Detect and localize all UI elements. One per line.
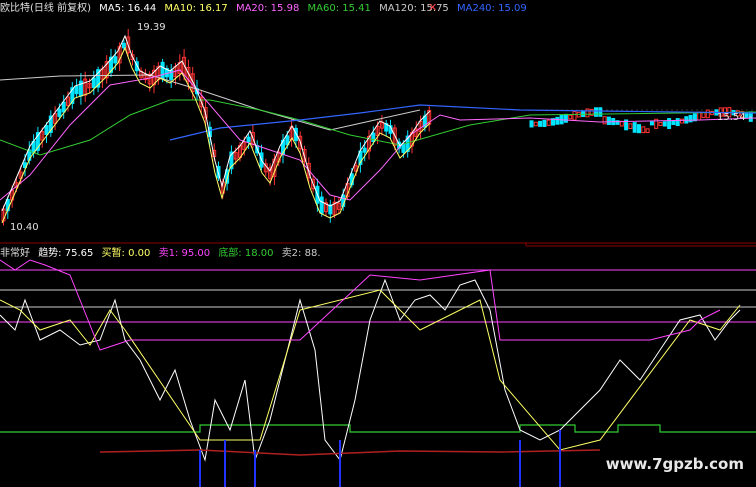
candle xyxy=(649,121,654,126)
chart-window: { "main_panel": { "title": "欧比特(日线 前复权)"… xyxy=(0,0,756,487)
candle xyxy=(542,119,547,128)
high-price-label: 19.39 xyxy=(137,22,166,33)
candle xyxy=(637,124,641,134)
candle xyxy=(675,118,680,127)
candle xyxy=(362,147,367,153)
candle xyxy=(705,109,710,119)
candle xyxy=(160,61,165,80)
candle xyxy=(628,123,633,130)
bottom-line xyxy=(0,424,756,433)
ma10-line xyxy=(1,46,431,224)
candle xyxy=(74,85,79,95)
candle xyxy=(91,77,96,88)
candle xyxy=(598,107,603,117)
right-price-label: 15.54 - 1 xyxy=(717,112,756,123)
candle xyxy=(658,121,663,127)
candle xyxy=(581,110,586,118)
candle xyxy=(662,121,667,127)
candle xyxy=(57,108,62,117)
low-price-label: 10.40 xyxy=(10,222,39,233)
candle xyxy=(645,128,650,133)
candle xyxy=(44,125,49,135)
candle xyxy=(641,126,646,134)
candle xyxy=(568,114,573,120)
sell-line xyxy=(0,259,721,351)
chart-canvas[interactable] xyxy=(0,0,756,487)
candle xyxy=(602,116,607,125)
candle xyxy=(667,118,672,130)
candle xyxy=(671,120,676,126)
candle xyxy=(61,101,66,113)
candlestick-series xyxy=(1,28,753,226)
candle xyxy=(680,118,684,124)
candle xyxy=(606,116,611,126)
candle xyxy=(594,107,598,117)
candle xyxy=(319,196,324,214)
candle xyxy=(632,122,637,133)
candle xyxy=(688,114,693,123)
candle xyxy=(538,120,543,127)
candle xyxy=(572,111,577,121)
candle xyxy=(113,56,118,64)
candle xyxy=(563,113,568,123)
candle xyxy=(697,111,702,121)
indicator-lines xyxy=(0,259,756,487)
volume-line xyxy=(99,449,601,456)
candle xyxy=(529,120,534,128)
candle xyxy=(555,116,560,125)
candle xyxy=(246,136,251,143)
candle xyxy=(546,119,551,126)
site-watermark: www.7gpzb.com xyxy=(605,455,744,473)
buy-line xyxy=(0,289,741,451)
candle xyxy=(533,121,538,127)
candle xyxy=(401,143,406,153)
